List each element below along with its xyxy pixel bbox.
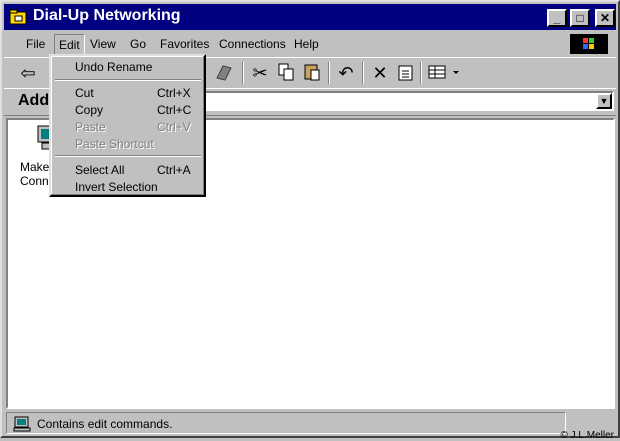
menu-help[interactable]: Help bbox=[294, 37, 319, 51]
menu-view[interactable]: View bbox=[90, 37, 116, 51]
menu-favorites[interactable]: Favorites bbox=[160, 37, 209, 51]
menu-item-paste: Paste Ctrl+V bbox=[75, 120, 191, 134]
back-icon[interactable]: ⇦ bbox=[16, 62, 40, 84]
paste-icon[interactable] bbox=[300, 62, 324, 84]
windows-logo bbox=[570, 34, 608, 54]
close-button[interactable]: ✕ bbox=[595, 9, 615, 27]
copyright-text: © J.L.Meller bbox=[560, 430, 615, 441]
menu-go[interactable]: Go bbox=[130, 37, 146, 51]
menu-item-paste-shortcut: Paste Shortcut bbox=[75, 137, 154, 151]
menu-separator bbox=[55, 155, 201, 157]
status-panel: Contains edit commands. bbox=[6, 412, 566, 434]
menu-item-cut[interactable]: Cut Ctrl+X bbox=[53, 84, 202, 101]
menu-bar: File Edit View Go Favorites Connections … bbox=[4, 32, 616, 56]
folder-icon bbox=[9, 9, 27, 25]
menu-item-invert-selection[interactable]: Invert Selection bbox=[53, 178, 202, 195]
title-bar[interactable]: Dial-Up Networking _ □ ✕ bbox=[4, 4, 616, 30]
menu-separator bbox=[55, 79, 201, 81]
dial-icon[interactable] bbox=[212, 62, 236, 84]
toolbar-separator bbox=[420, 62, 422, 84]
window-title: Dial-Up Networking bbox=[33, 7, 181, 24]
maximize-button[interactable]: □ bbox=[570, 9, 590, 27]
copy-icon[interactable] bbox=[274, 62, 298, 84]
cut-icon[interactable]: ✂ bbox=[248, 62, 272, 84]
menu-connections[interactable]: Connections bbox=[219, 37, 286, 51]
delete-icon[interactable]: ✕ bbox=[368, 62, 392, 84]
menu-edit[interactable]: Edit bbox=[54, 34, 85, 56]
menu-item-undo-rename[interactable]: Undo Rename bbox=[53, 58, 202, 75]
computer-icon bbox=[13, 416, 31, 432]
menu-file[interactable]: File bbox=[26, 37, 45, 51]
menu-item-select-all[interactable]: Select All Ctrl+A bbox=[53, 161, 202, 178]
toolbar-separator bbox=[242, 62, 244, 84]
toolbar-separator bbox=[362, 62, 364, 84]
edit-menu-dropdown: Undo Rename Cut Ctrl+X Copy Ctrl+C Paste Ct… bbox=[49, 54, 206, 197]
menu-item-copy[interactable]: Copy Ctrl+C bbox=[53, 101, 202, 118]
explorer-window: Dial-Up Networking _ □ ✕ File Edit View … bbox=[0, 0, 620, 441]
status-text: Contains edit commands. bbox=[37, 417, 173, 431]
properties-icon[interactable] bbox=[394, 62, 418, 84]
address-dropdown-button[interactable]: ▼ bbox=[596, 93, 612, 109]
undo-icon[interactable]: ↶ bbox=[334, 62, 358, 84]
status-bar: Contains edit commands. © J.L.Meller bbox=[4, 411, 616, 441]
toolbar-separator bbox=[328, 62, 330, 84]
views-icon[interactable] bbox=[426, 62, 462, 84]
minimize-button[interactable]: _ bbox=[547, 9, 567, 27]
